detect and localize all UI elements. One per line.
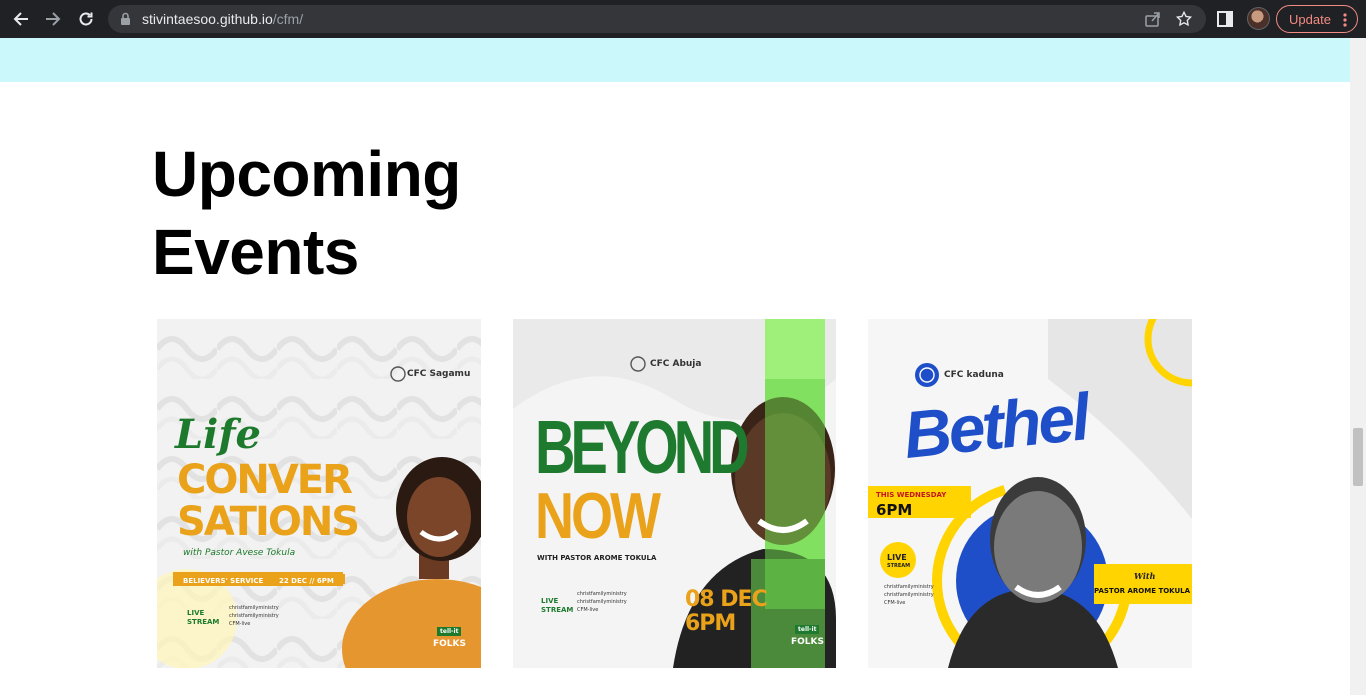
reload-icon[interactable] [73,7,99,31]
event-date-time: 22 DEC // 6PM [279,577,334,585]
social-live: CFM-live [577,607,599,613]
live-badge: LIVE [541,597,559,605]
tell-it-badge: tell-it [437,627,462,636]
tell-it-badge: tell-it [795,625,820,634]
event-card-bethel[interactable]: CFC kaduna Bethel THIS WEDNESDAY 6PM LIV… [868,319,1192,668]
event-service: BELIEVERS' SERVICE [183,577,264,585]
update-button[interactable]: Update [1276,5,1358,33]
social-youtube: christfamilyministry [229,613,279,619]
section-heading: Upcoming Events [152,135,461,291]
star-icon[interactable] [1175,10,1193,33]
heading-line-1: Upcoming [152,138,461,210]
event-host: with Pastor Avese Tokula [183,548,296,558]
social-youtube: christfamilyministry [884,592,934,598]
share-icon[interactable] [1144,10,1162,33]
event-host: PASTOR AROME TOKULA [1094,587,1191,595]
forward-arrow-icon[interactable] [40,7,66,31]
url-text: stivintaesoo.github.io/cfm/ [142,11,304,27]
side-panel-icon[interactable] [1216,10,1234,28]
event-time: 6PM [876,501,913,519]
update-label: Update [1289,12,1331,27]
address-bar[interactable]: stivintaesoo.github.io/cfm/ [108,5,1206,33]
back-arrow-icon[interactable] [8,7,34,31]
page-scrollbar[interactable] [1350,38,1366,695]
social-facebook: christfamilyministry [884,584,934,590]
event-title-line-1: CONVER [177,457,353,503]
live-badge: LIVE [887,553,907,562]
heading-line-2: Events [152,216,359,288]
event-host: WITH PASTOR AROME TOKULA [537,554,657,562]
profile-avatar[interactable] [1247,7,1270,30]
event-branch: CFC kaduna [944,370,1004,380]
live-badge: LIVE [187,609,205,617]
event-card-beyond-now[interactable]: CFC Abuja BEYOND NOW WITH PASTOR AROME T… [513,319,836,668]
event-title-line-2: SATIONS [177,499,360,545]
browser-toolbar: stivintaesoo.github.io/cfm/ Update [0,0,1366,38]
event-title-line-2: NOW [535,480,661,553]
social-facebook: christfamilyministry [229,605,279,611]
scrollbar-thumb[interactable] [1353,428,1363,486]
event-day: THIS WEDNESDAY [876,491,947,499]
event-title-script: Life [175,411,261,458]
event-card-life-conversations[interactable]: CFC Sagamu Life CONVER SATIONS with Past… [157,319,481,668]
social-youtube: christfamilyministry [577,599,627,605]
brand-mark: FOLKS [433,639,466,649]
lock-icon[interactable] [120,12,131,31]
stream-badge: STREAM [541,606,574,614]
kebab-menu-icon[interactable] [1343,13,1347,32]
social-facebook: christfamilyministry [577,591,627,597]
event-time: 6PM [685,611,736,636]
event-date: 08 DEC [685,587,768,612]
event-title-line-1: BEYOND [535,404,750,490]
social-live: CFM-live [884,600,906,606]
event-branch: CFC Abuja [650,359,702,369]
event-with-label: With [1134,571,1156,581]
brand-mark: FOLKS [791,637,824,647]
social-live: CFM-live [229,621,251,627]
stream-badge: STREAM [887,563,911,569]
header-band [0,38,1350,82]
stream-badge: STREAM [187,618,220,626]
event-branch: CFC Sagamu [407,369,471,379]
